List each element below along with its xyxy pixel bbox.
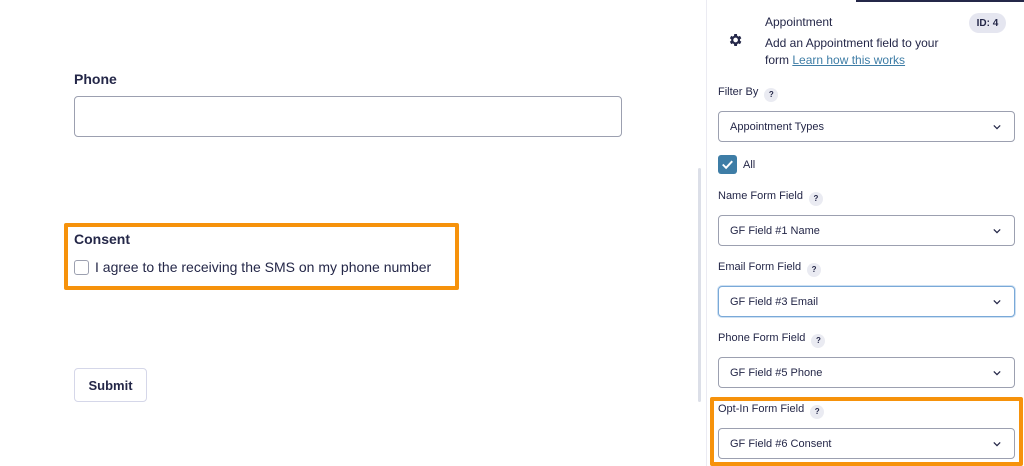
help-icon[interactable]: ? — [764, 88, 779, 102]
help-icon[interactable]: ? — [808, 192, 823, 206]
consent-text: I agree to the receiving the SMS on my p… — [95, 259, 432, 275]
help-icon[interactable]: ? — [807, 263, 822, 277]
submit-button[interactable]: Submit — [74, 368, 147, 402]
consent-label: Consent — [74, 231, 130, 247]
chevron-down-icon — [993, 228, 1001, 234]
email-field-label-text: Email Form Field — [718, 261, 802, 273]
email-field-label: Email Form Field? — [718, 261, 822, 277]
chevron-down-icon — [993, 299, 1001, 305]
filter-by-value: Appointment Types — [730, 120, 824, 133]
field-id-badge: ID: 4 — [969, 13, 1006, 33]
phone-field-select[interactable]: GF Field #5 Phone — [718, 357, 1015, 388]
sidebar-tab-indicator — [856, 0, 1024, 2]
filter-by-select[interactable]: Appointment Types — [718, 111, 1015, 142]
optin-field-select[interactable]: GF Field #6 Consent — [718, 428, 1015, 459]
name-field-label-text: Name Form Field — [718, 190, 803, 202]
chevron-down-icon — [993, 441, 1001, 447]
consent-checkbox[interactable] — [74, 260, 89, 275]
email-field-value: GF Field #3 Email — [730, 295, 819, 308]
email-field-select[interactable]: GF Field #3 Email — [718, 286, 1015, 317]
phone-field-value: GF Field #5 Phone — [730, 366, 823, 379]
learn-more-link[interactable]: Learn how this works — [792, 53, 905, 67]
phone-field-label-text: Phone Form Field — [718, 332, 806, 344]
check-icon — [722, 160, 733, 170]
chevron-down-icon — [993, 124, 1001, 130]
help-icon[interactable]: ? — [811, 334, 826, 348]
phone-field-label: Phone Form Field? — [718, 332, 826, 348]
optin-field-label-text: Opt-In Form Field — [718, 403, 805, 415]
all-label: All — [743, 159, 756, 171]
phone-input[interactable] — [74, 96, 622, 137]
filter-by-label: Filter By? — [718, 86, 779, 102]
all-checkbox[interactable] — [718, 155, 737, 174]
gear-icon — [729, 34, 742, 46]
field-description: Add an Appointment field to your form Le… — [765, 35, 965, 69]
help-icon[interactable]: ? — [810, 405, 825, 419]
name-field-select[interactable]: GF Field #1 Name — [718, 215, 1015, 246]
name-field-label: Name Form Field? — [718, 190, 823, 206]
phone-label: Phone — [74, 71, 117, 87]
filter-by-label-text: Filter By — [718, 86, 759, 98]
field-title: Appointment — [765, 15, 833, 29]
optin-field-label: Opt-In Form Field? — [718, 403, 825, 419]
name-field-value: GF Field #1 Name — [730, 224, 820, 237]
optin-field-value: GF Field #6 Consent — [730, 437, 832, 450]
chevron-down-icon — [993, 370, 1001, 376]
scrollbar[interactable] — [698, 168, 701, 402]
